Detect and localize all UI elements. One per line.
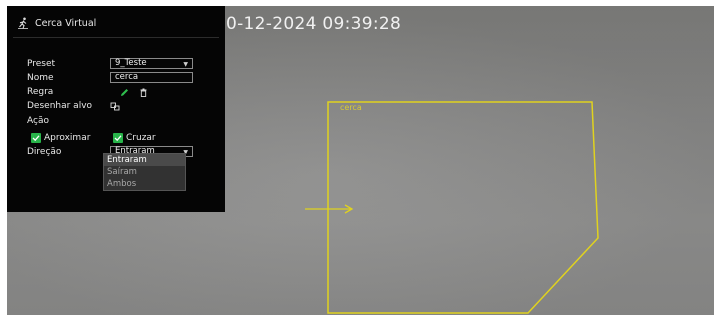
direction-option-entraram[interactable]: Entraram bbox=[104, 154, 185, 166]
approach-checkbox[interactable]: Aproximar bbox=[31, 133, 90, 143]
preset-value: 9_Teste bbox=[115, 58, 147, 68]
name-input[interactable]: cerca bbox=[110, 72, 193, 83]
running-person-icon bbox=[18, 17, 28, 29]
draw-target-label: Desenhar alvo bbox=[27, 101, 93, 111]
cross-checkbox[interactable]: Cruzar bbox=[113, 133, 156, 143]
direction-dropdown-list[interactable]: Entraram Saíram Ambos bbox=[103, 153, 186, 191]
direction-option-sairam[interactable]: Saíram bbox=[104, 166, 185, 178]
panel-title: Cerca Virtual bbox=[35, 17, 97, 29]
chevron-down-icon: ▼ bbox=[183, 61, 188, 68]
checkmark-icon bbox=[113, 133, 123, 143]
name-value: cerca bbox=[115, 72, 139, 82]
panel-header: Cerca Virtual bbox=[17, 17, 96, 29]
name-label: Nome bbox=[27, 73, 54, 83]
video-timestamp: 0-12-2024 09:39:28 bbox=[226, 14, 402, 34]
preset-select[interactable]: 9_Teste ▼ bbox=[110, 58, 193, 69]
preset-label: Preset bbox=[27, 59, 56, 69]
direction-option-ambos[interactable]: Ambos bbox=[104, 178, 185, 190]
trash-icon[interactable] bbox=[139, 88, 148, 97]
action-label: Ação bbox=[27, 116, 49, 126]
direction-label: Direção bbox=[27, 147, 62, 157]
rule-label: Regra bbox=[27, 87, 54, 97]
panel-divider bbox=[13, 37, 219, 38]
checkmark-icon bbox=[31, 133, 41, 143]
cross-label: Cruzar bbox=[126, 133, 156, 143]
edit-pencil-icon[interactable] bbox=[120, 88, 129, 97]
approach-label: Aproximar bbox=[44, 133, 91, 143]
zone-label: cerca bbox=[340, 103, 362, 112]
virtual-fence-polygon[interactable] bbox=[327, 101, 599, 314]
draw-target-icon[interactable] bbox=[110, 102, 120, 111]
